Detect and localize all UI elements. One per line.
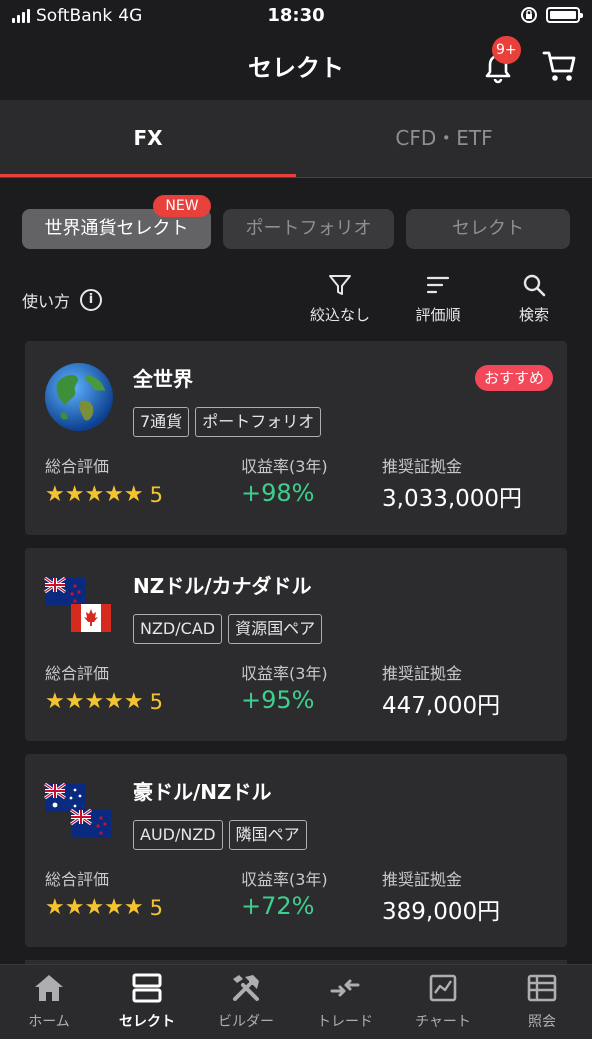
- battery-icon: [546, 7, 583, 23]
- nav-trade[interactable]: トレード: [296, 971, 394, 1031]
- strategy-card[interactable]: NZドル/カナダドル NZD/CAD 資源国ペア 総合評価 収益率(3年) 推奨…: [25, 548, 567, 741]
- nav-chart[interactable]: チャート: [394, 971, 492, 1031]
- nav-label: 照会: [528, 1014, 556, 1030]
- filter-button[interactable]: 絞込なし: [300, 272, 380, 325]
- filter-label: 絞込なし: [309, 306, 370, 324]
- card-tag: AUD/NZD: [133, 820, 223, 850]
- stars: ★★★★★: [45, 482, 144, 507]
- nav-builder[interactable]: ビルダー: [197, 971, 295, 1031]
- info-icon: i: [80, 289, 103, 311]
- nav-home[interactable]: ホーム: [0, 971, 98, 1031]
- return-value: +72%: [241, 892, 315, 920]
- stars: ★★★★★: [45, 895, 144, 920]
- card-tag: ポートフォリオ: [195, 407, 322, 437]
- return-label: 収益率(3年): [241, 870, 328, 889]
- star-rating: ★★★★★ 5: [45, 689, 163, 715]
- nav-select[interactable]: セレクト: [98, 971, 196, 1031]
- nav-label: ビルダー: [218, 1014, 274, 1030]
- search-icon: [523, 274, 546, 297]
- chip-select[interactable]: セレクト: [406, 209, 570, 249]
- cart-button[interactable]: [540, 48, 578, 84]
- select-icon: [132, 973, 162, 1003]
- recommend-badge: おすすめ: [474, 365, 553, 391]
- rotation-lock-icon: [521, 7, 537, 23]
- search-button[interactable]: 検索: [494, 272, 574, 325]
- chart-icon: [429, 974, 457, 1002]
- chip-portfolio[interactable]: ポートフォリオ: [223, 209, 394, 249]
- usage-help-button[interactable]: 使い方 i: [22, 288, 103, 312]
- sort-button[interactable]: 評価順: [398, 272, 478, 325]
- card-tag: 資源国ペア: [228, 614, 323, 644]
- return-label: 収益率(3年): [241, 457, 328, 476]
- card-tag: 隣国ペア: [228, 820, 307, 850]
- sort-icon: [426, 276, 450, 294]
- margin-label: 推奨証拠金: [382, 664, 463, 683]
- rating-value: 5: [149, 690, 163, 714]
- main-tabs: FX CFD・ETF: [0, 100, 592, 178]
- nav-label: トレード: [317, 1014, 373, 1030]
- filter-icon: [329, 275, 351, 295]
- nav-inquiry[interactable]: 照会: [493, 971, 591, 1031]
- cart-icon: [542, 51, 576, 81]
- home-icon: [35, 975, 63, 1001]
- margin-label: 推奨証拠金: [382, 870, 463, 889]
- margin-value: 447,000円: [382, 693, 501, 719]
- card-tag: NZD/CAD: [133, 614, 223, 644]
- nav-label: チャート: [415, 1014, 471, 1030]
- rating-label: 総合評価: [45, 457, 110, 476]
- au-nz-flags-icon: [43, 774, 115, 846]
- bottom-nav: ホーム セレクト ビルダー トレード チャート 照会: [0, 964, 592, 1039]
- strategy-card[interactable]: 豪ドル/NZドル AUD/NZD 隣国ペア 総合評価 収益率(3年) 推奨証拠金…: [25, 754, 567, 947]
- return-value: +95%: [241, 686, 315, 714]
- star-rating: ★★★★★ 5: [45, 482, 163, 508]
- margin-label: 推奨証拠金: [382, 457, 463, 476]
- tab-fx[interactable]: FX: [0, 100, 296, 176]
- tab-cfd-etf[interactable]: CFD・ETF: [296, 100, 592, 176]
- rating-value: 5: [149, 483, 163, 507]
- rating-label: 総合評価: [45, 870, 110, 889]
- rating-label: 総合評価: [45, 664, 110, 683]
- trade-icon: [330, 979, 360, 997]
- usage-label: 使い方: [22, 292, 71, 311]
- notification-badge: 9+: [492, 36, 521, 64]
- return-value: +98%: [241, 479, 315, 507]
- builder-icon: [233, 975, 259, 1001]
- rating-value: 5: [149, 896, 163, 920]
- nav-label: セレクト: [119, 1014, 175, 1030]
- search-label: 検索: [518, 306, 549, 324]
- nz-ca-flags-icon: [43, 568, 115, 640]
- nav-label: ホーム: [28, 1014, 70, 1030]
- margin-value: 389,000円: [382, 899, 501, 925]
- stars: ★★★★★: [45, 689, 144, 714]
- new-badge: NEW: [153, 195, 211, 217]
- return-label: 収益率(3年): [241, 664, 328, 683]
- status-bar: SoftBank 4G 18:30: [0, 0, 592, 34]
- card-title: 全世界: [133, 367, 193, 391]
- card-title: 豪ドル/NZドル: [133, 780, 272, 804]
- star-rating: ★★★★★ 5: [45, 895, 163, 921]
- active-tab-indicator: [0, 174, 296, 177]
- clock: 18:30: [267, 5, 325, 26]
- globe-icon: [43, 361, 115, 433]
- sort-label: 評価順: [415, 306, 461, 324]
- strategy-card[interactable]: 全世界 おすすめ 7通貨 ポートフォリオ 総合評価 収益率(3年) 推奨証拠金 …: [25, 341, 567, 535]
- inquiry-icon: [527, 974, 557, 1002]
- card-tag: 7通貨: [133, 407, 190, 437]
- card-title: NZドル/カナダドル: [133, 574, 312, 598]
- margin-value: 3,033,000円: [382, 486, 523, 512]
